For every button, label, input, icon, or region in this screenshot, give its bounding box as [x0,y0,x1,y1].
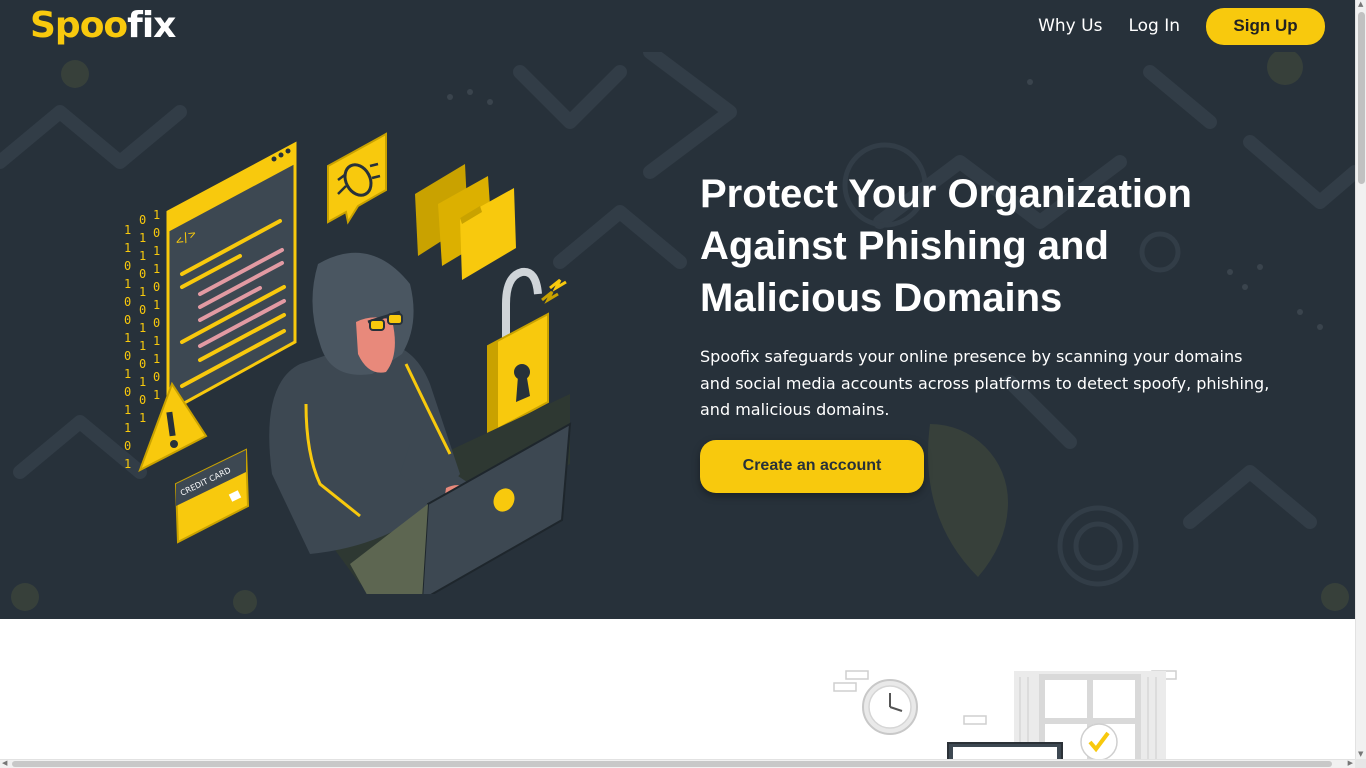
navbar: Spoofix Why Us Log In Sign Up [0,0,1355,52]
svg-text:0: 0 [139,357,146,371]
svg-text:0: 0 [139,213,146,227]
hero-title: Protect Your Organization Against Phishi… [700,172,1192,320]
svg-text:1: 1 [153,334,160,348]
svg-text:1: 1 [153,298,160,312]
page: Spoofix Why Us Log In Sign Up 1 1 0 1 0 … [0,0,1355,759]
credit-card-icon: CREDIT CARD [174,448,250,544]
svg-text:0: 0 [124,313,131,327]
scroll-left-arrow-icon[interactable]: ◀ [2,760,7,767]
scrollbar-corner [1355,759,1366,768]
svg-text:0: 0 [124,259,131,273]
hero-description: Spoofix safeguards your online presence … [700,347,1270,419]
svg-text:1: 1 [139,375,146,389]
svg-text:1: 1 [124,241,131,255]
svg-text:1: 1 [124,457,131,471]
svg-text:0: 0 [139,393,146,407]
vertical-scroll-thumb[interactable] [1358,12,1365,184]
svg-text:1: 1 [124,223,131,237]
monitor-graphic [947,742,1063,759]
svg-text:1: 1 [139,249,146,263]
logo-part-yellow: Spoo [30,5,128,46]
vertical-scrollbar[interactable]: ▲ ▼ [1355,0,1366,759]
svg-text:0: 0 [153,370,160,384]
why-us-link[interactable]: Why Us [1038,16,1102,36]
svg-text:0: 0 [139,303,146,317]
svg-text:1: 1 [124,367,131,381]
svg-text:1: 1 [153,244,160,258]
svg-text:1: 1 [124,331,131,345]
nav-links: Why Us Log In Sign Up [1038,7,1325,45]
logo[interactable]: Spoofix [30,5,176,46]
svg-text:1: 1 [153,388,160,402]
sign-up-button[interactable]: Sign Up [1206,7,1325,45]
svg-text:0: 0 [153,280,160,294]
log-in-link[interactable]: Log In [1128,16,1180,36]
bug-icon [327,132,387,225]
create-account-button[interactable]: Create an account [700,439,924,493]
svg-text:0: 0 [153,316,160,330]
horizontal-scroll-thumb[interactable] [12,761,1332,767]
svg-text:1: 1 [153,208,160,222]
svg-text:0: 0 [139,267,146,281]
svg-text:1: 1 [153,352,160,366]
svg-text:1: 1 [124,277,131,291]
svg-text:1: 1 [139,411,146,425]
svg-text:0: 0 [153,226,160,240]
svg-text:0: 0 [124,349,131,363]
hacker-illustration: 11010010101101 011010110101 10110101101 … [124,132,572,594]
svg-text:1: 1 [139,285,146,299]
svg-text:1: 1 [153,262,160,276]
folder-icon [415,164,516,280]
svg-text:1: 1 [139,321,146,335]
svg-text:1: 1 [124,403,131,417]
svg-text:1: 1 [139,339,146,353]
hero-content: Protect Your Organization Against Phishi… [700,168,1280,493]
checkmark-icon [1080,723,1118,759]
code-window-graphic: </> [166,141,297,415]
scroll-down-arrow-icon[interactable]: ▼ [1358,751,1363,758]
svg-text:1: 1 [124,421,131,435]
scroll-up-arrow-icon[interactable]: ▲ [1358,1,1363,8]
scroll-right-arrow-icon[interactable]: ▶ [1348,760,1353,767]
hero-section: 11010010101101 011010110101 10110101101 … [0,52,1355,619]
svg-text:0: 0 [124,439,131,453]
svg-text:0: 0 [124,295,131,309]
features-section [0,619,1355,759]
office-illustration [833,670,1177,759]
svg-text:1: 1 [139,231,146,245]
svg-text:0: 0 [124,385,131,399]
horizontal-scrollbar[interactable]: ◀ ▶ [0,759,1355,768]
logo-part-white: fix [127,5,176,46]
clock-icon [862,679,918,735]
